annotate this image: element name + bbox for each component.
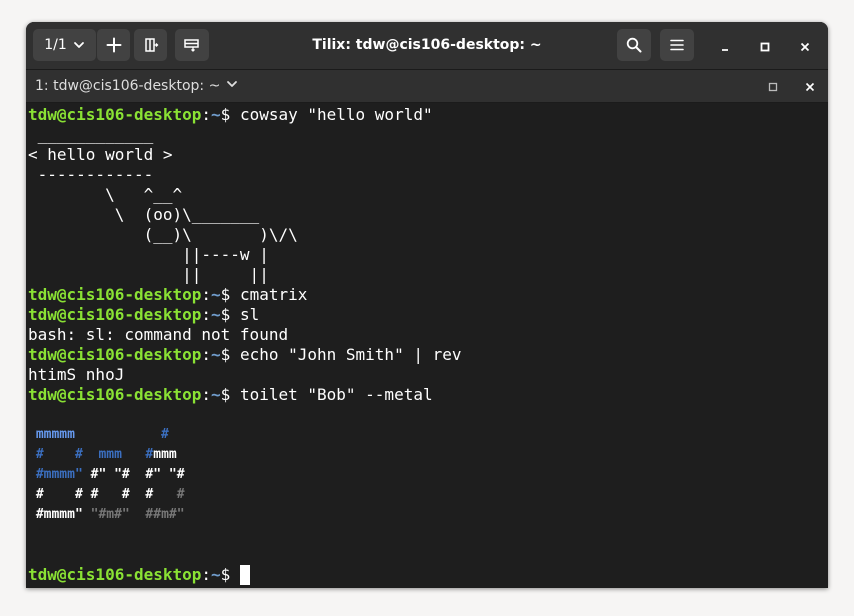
- session-count: 1/1: [44, 37, 67, 53]
- command-line: tdw@cis106-desktop:~$ sl: [28, 305, 260, 324]
- output-line: bash: sl: command not found: [28, 325, 289, 344]
- terminal-title: 1: tdw@cis106-desktop: ~: [35, 78, 221, 94]
- terminal-titlebar: 1: tdw@cis106-desktop: ~: [26, 70, 828, 103]
- command-text: toilet "Bob" --metal: [239, 385, 433, 404]
- terminal-close-button[interactable]: [801, 77, 819, 95]
- close-icon: [800, 37, 810, 56]
- maximize-icon: [768, 77, 778, 96]
- session-switcher-button[interactable]: 1/1: [33, 29, 96, 61]
- add-session-button[interactable]: [96, 29, 130, 61]
- terminal-window: 1/1 Tilix: tdw@cis106-desktop: ~ 1: tdw@…: [26, 22, 828, 588]
- command-line: tdw@cis106-desktop:~$ cmatrix: [28, 285, 308, 304]
- terminal-output[interactable]: tdw@cis106-desktop:~$ cowsay "hello worl…: [28, 105, 828, 588]
- output-line: \ (oo)\_______: [28, 205, 260, 224]
- split-vertical-button[interactable]: [175, 29, 209, 61]
- split-horizontal-icon: [143, 37, 159, 53]
- chevron-down-icon: [220, 78, 238, 94]
- command-text: cowsay "hello world": [239, 105, 433, 124]
- output-line: ____________: [28, 125, 154, 144]
- close-button[interactable]: [793, 34, 817, 58]
- hamburger-menu-icon: [669, 37, 685, 53]
- output-line: ||----w |: [28, 245, 269, 264]
- toilet-output-line: mmmmm #: [35, 427, 169, 442]
- command-text: cmatrix: [239, 285, 308, 304]
- output-line: \ ^__^: [28, 185, 183, 204]
- command-line: tdw@cis106-desktop:~$ toilet "Bob" --met…: [28, 385, 433, 404]
- command-line: tdw@cis106-desktop:~$ cowsay "hello worl…: [28, 105, 433, 124]
- toilet-output-line: #mmmm" #" "# #" "#: [35, 467, 185, 482]
- command-text: echo "John Smith" | rev: [239, 345, 462, 364]
- menu-button[interactable]: [660, 29, 694, 61]
- output-line: (__)\ )\/\: [28, 225, 298, 244]
- toilet-output-line: # # mmm #mmm: [35, 447, 177, 462]
- chevron-down-icon: [73, 39, 85, 51]
- close-icon: [805, 77, 815, 96]
- minimize-button[interactable]: [713, 34, 737, 58]
- output-line: < hello world >: [28, 145, 173, 164]
- maximize-icon: [760, 37, 770, 56]
- terminal-maximize-button[interactable]: [764, 77, 782, 95]
- toilet-output-line: #mmmm" "#m#" ##m#": [35, 507, 185, 522]
- terminal-title-dropdown[interactable]: 1: tdw@cis106-desktop: ~: [35, 70, 238, 102]
- add-icon: [106, 37, 122, 53]
- command-line: tdw@cis106-desktop:~$: [28, 565, 828, 585]
- search-icon: [626, 37, 642, 53]
- command-text: sl: [239, 305, 260, 324]
- headerbar: 1/1 Tilix: tdw@cis106-desktop: ~: [26, 22, 828, 70]
- minimize-icon: [720, 37, 730, 56]
- split-vertical-icon: [183, 37, 201, 53]
- output-line: || ||: [28, 265, 269, 284]
- text-cursor: [239, 565, 250, 585]
- command-line: tdw@cis106-desktop:~$ echo "John Smith" …: [28, 345, 462, 364]
- output-line: htimS nhoJ: [28, 365, 125, 384]
- search-button[interactable]: [617, 29, 651, 61]
- split-horizontal-button[interactable]: [134, 29, 167, 61]
- output-line: ------------: [28, 165, 154, 184]
- maximize-button[interactable]: [753, 34, 777, 58]
- toilet-output-line: # # # # # #: [35, 487, 185, 502]
